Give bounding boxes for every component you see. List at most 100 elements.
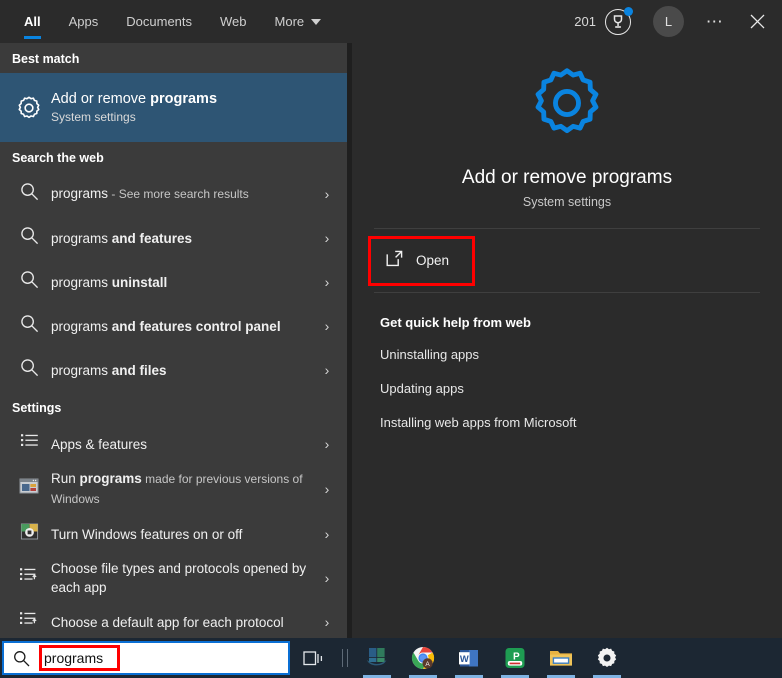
compatibility-window-icon <box>19 477 39 501</box>
settings-result-row[interactable]: Apps & features › <box>0 422 347 466</box>
search-icon <box>20 314 39 338</box>
chevron-down-icon <box>311 18 322 25</box>
result-label-plain: programs <box>51 230 112 246</box>
quick-help-section: Get quick help from web Uninstalling app… <box>352 293 782 449</box>
default-app-icon <box>19 610 39 634</box>
taskbar-separator <box>336 638 354 678</box>
open-button[interactable]: Open <box>368 235 476 286</box>
chevron-right-icon: › <box>324 436 330 452</box>
web-result-row[interactable]: programs and files › <box>0 348 347 392</box>
web-results-list: programs - See more search results › progr… <box>0 172 347 392</box>
tab-web-label: Web <box>220 14 247 29</box>
web-result-row[interactable]: programs and features › <box>0 216 347 260</box>
header-actions: 201 L ⋯ <box>564 0 782 43</box>
result-label-plain: Apps & features <box>51 436 148 452</box>
taskbar-search-box[interactable]: programs <box>2 641 290 675</box>
quick-help-link[interactable]: Updating apps <box>380 381 782 396</box>
taskbar: programs A W P <box>0 638 782 678</box>
microsoft-word-icon[interactable]: W <box>446 638 492 678</box>
tab-more-label: More <box>274 14 305 29</box>
result-icon <box>12 522 46 546</box>
rewards-button[interactable]: 201 <box>564 0 637 43</box>
result-label: programs and features control panel <box>46 317 315 336</box>
result-icon <box>12 477 46 501</box>
settings-result-row[interactable]: Choose file types and protocols opened b… <box>0 556 347 600</box>
chevron-right-icon: › <box>324 230 330 246</box>
quick-help-title: Get quick help from web <box>380 315 531 330</box>
chevron-right-icon: › <box>324 186 330 202</box>
tab-all[interactable]: All <box>10 0 55 43</box>
result-label: Run programs made for previous versions … <box>46 469 315 509</box>
rewards-count: 201 <box>574 14 596 29</box>
google-chrome-icon[interactable]: A <box>400 638 446 678</box>
chevron-right-icon: › <box>324 362 330 378</box>
search-header: All Apps Documents Web More 201 L ⋯ <box>0 0 782 43</box>
close-icon[interactable] <box>736 0 778 43</box>
results-pane: Best match Add or remove programs System… <box>0 43 347 638</box>
web-result-row[interactable]: programs and features control panel › <box>0 304 347 348</box>
best-match-subtitle: System settings <box>51 109 136 124</box>
open-action-zone: Open <box>352 229 782 292</box>
result-label-plain: Run <box>51 471 80 486</box>
result-icon <box>12 182 46 206</box>
result-icon <box>12 566 46 590</box>
quick-help-link[interactable]: Uninstalling apps <box>380 347 782 362</box>
chevron-right-icon: › <box>324 526 330 542</box>
web-result-row[interactable]: programs - See more search results › <box>0 172 347 216</box>
result-label: programs uninstall <box>46 273 315 292</box>
microsoft-store-icon[interactable] <box>354 638 400 678</box>
rewards-trophy-icon <box>605 6 633 35</box>
gear-icon <box>12 93 46 123</box>
result-label: Choose file types and protocols opened b… <box>46 559 315 597</box>
result-label-bold: and features control panel <box>111 318 281 334</box>
pdf-app-icon[interactable]: P <box>492 638 538 678</box>
best-match-group-title: Best match <box>12 52 80 66</box>
preview-subtitle: System settings <box>522 195 612 209</box>
chevron-right-icon: › <box>324 318 330 334</box>
result-label: Turn Windows features on or off <box>46 525 315 544</box>
result-label-bold: programs <box>79 471 142 486</box>
chevron-right-icon: › <box>324 274 330 290</box>
result-icon <box>12 610 46 634</box>
result-label-plain: programs <box>51 318 112 334</box>
chevron-right-icon: › <box>324 614 330 630</box>
quick-help-link[interactable]: Installing web apps from Microsoft <box>380 415 782 430</box>
tab-documents-label: Documents <box>126 14 193 29</box>
ellipsis-icon[interactable]: ⋯ <box>694 0 736 43</box>
avatar[interactable]: L <box>653 6 684 37</box>
result-label: programs - See more search results <box>46 184 315 204</box>
task-view-icon[interactable] <box>290 638 336 678</box>
result-label-plain: Turn Windows features on or off <box>51 526 243 542</box>
result-label-suffix: - See more search results <box>108 187 249 201</box>
result-label: Apps & features <box>46 435 315 454</box>
chevron-right-icon: › <box>324 570 330 586</box>
result-label-bold: and features <box>111 230 193 246</box>
file-explorer-icon[interactable] <box>538 638 584 678</box>
tab-web[interactable]: Web <box>206 0 261 43</box>
windows-features-icon <box>20 522 39 546</box>
settings-gear-icon[interactable] <box>584 638 630 678</box>
result-icon <box>12 314 46 338</box>
result-label-plain: Choose a default app for each protocol <box>51 614 284 630</box>
windows-search-screen: All Apps Documents Web More 201 L ⋯ Best… <box>0 0 782 678</box>
result-label-plain: programs <box>51 186 109 201</box>
notification-dot <box>624 6 633 16</box>
preview-hero: Add or remove programs System settings <box>352 43 782 228</box>
result-label-plain: programs <box>51 274 112 290</box>
tab-more[interactable]: More <box>261 0 336 43</box>
settings-result-row[interactable]: Run programs made for previous versions … <box>0 466 347 512</box>
svg-text:A: A <box>425 661 430 668</box>
open-button-label: Open <box>416 253 450 268</box>
search-input[interactable]: programs <box>38 649 109 667</box>
result-label: programs and features <box>46 229 315 248</box>
result-label: Choose a default app for each protocol <box>46 613 315 632</box>
settings-result-row[interactable]: Turn Windows features on or off › <box>0 512 347 556</box>
tab-apps[interactable]: Apps <box>55 0 113 43</box>
web-result-row[interactable]: programs uninstall › <box>0 260 347 304</box>
open-external-icon <box>386 250 403 272</box>
settings-result-row[interactable]: Choose a default app for each protocol › <box>0 600 347 638</box>
tab-all-label: All <box>24 14 41 29</box>
tab-documents[interactable]: Documents <box>112 0 206 43</box>
file-types-icon <box>19 566 39 590</box>
result-best-match[interactable]: Add or remove programs System settings <box>0 73 347 142</box>
